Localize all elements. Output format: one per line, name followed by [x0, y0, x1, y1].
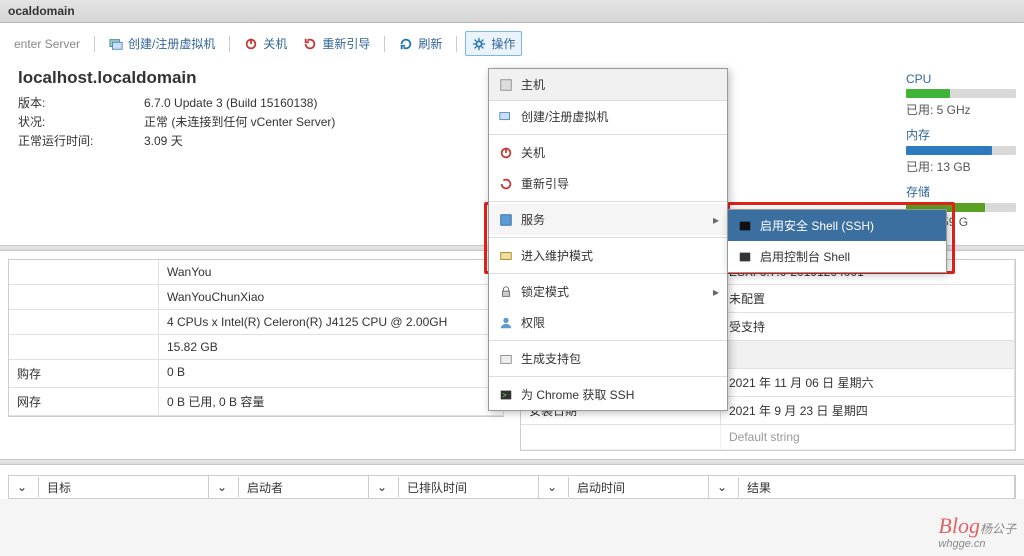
vm-icon	[109, 37, 123, 51]
menu-services[interactable]: 服务▸	[489, 204, 727, 235]
window-title: ocaldomain	[0, 0, 1024, 23]
maintenance-icon	[499, 249, 513, 263]
chevron-right-icon: ▸	[713, 213, 719, 227]
terminal-icon	[738, 250, 752, 264]
col-queued[interactable]: 已排队时间	[399, 476, 539, 499]
shutdown-button[interactable]: 关机	[238, 32, 293, 55]
row-label	[9, 260, 159, 285]
menu-maintenance[interactable]: 进入维护模式	[489, 240, 727, 271]
reboot-icon	[303, 37, 317, 51]
memory-value: 15.82 GB	[159, 335, 504, 360]
cpu-used: 已用: 5 GHz	[906, 101, 1016, 118]
reboot-icon	[499, 177, 513, 191]
storage-a-value: 0 B	[159, 360, 504, 388]
supported-value: 受支持	[721, 313, 1015, 341]
vm-icon	[499, 110, 513, 124]
cpu-bar	[906, 89, 1016, 98]
watermark: Blog杨公子 whgge.cn	[938, 513, 1016, 550]
installdate-value: 2021 年 9 月 23 日 星期四	[721, 397, 1015, 425]
task-grid-header: ⌄ 目标 ⌄ 启动者 ⌄ 已排队时间 ⌄ 启动时间 ⌄ 结果	[8, 475, 1016, 499]
uptime-value: 3.09 天	[144, 132, 183, 151]
power-icon	[244, 37, 258, 51]
vcenter-server-link[interactable]: enter Server	[8, 34, 86, 54]
menu-support-bundle[interactable]: 生成支持包	[489, 343, 727, 374]
lock-icon	[499, 285, 513, 299]
menu-permissions[interactable]: 权限	[489, 307, 727, 338]
store-label: 存储	[906, 183, 1016, 200]
cpu-label: CPU	[906, 72, 1016, 86]
storage-b-value: 0 B 已用, 0 B 容量	[159, 388, 504, 416]
default-value: Default string	[721, 425, 1015, 450]
mem-label: 内存	[906, 126, 1016, 143]
actions-menu: 主机 创建/注册虚拟机 关机 重新引导 服务▸ 进入维护模式 锁定模式▸ 权限 …	[488, 68, 728, 411]
state-value: 正常 (未连接到任何 vCenter Server)	[144, 113, 335, 132]
terminal-icon	[738, 219, 752, 233]
mem-bar	[906, 146, 1016, 155]
services-submenu: 启用安全 Shell (SSH) 启用控制台 Shell	[727, 209, 947, 273]
services-icon	[499, 213, 513, 227]
menu-lockdown[interactable]: 锁定模式▸	[489, 276, 727, 307]
version-value: 6.7.0 Update 3 (Build 15160138)	[144, 94, 317, 113]
create-vm-button[interactable]: 创建/注册虚拟机	[103, 32, 221, 55]
version-label: 版本:	[18, 94, 138, 113]
storage-a-label: 购存	[9, 360, 159, 388]
policy-value: 未配置	[721, 285, 1015, 313]
hosttime-value: 2021 年 11 月 06 日 星期六	[721, 369, 1015, 397]
svg-text:>: >	[503, 392, 507, 399]
menu-enable-console-shell[interactable]: 启用控制台 Shell	[728, 241, 946, 272]
user-icon	[499, 316, 513, 330]
toolbar: enter Server 创建/注册虚拟机 关机 重新引导 刷新 操作	[0, 23, 1024, 64]
menu-shutdown[interactable]: 关机	[489, 137, 727, 168]
manufacturer-value: WanYou	[159, 260, 504, 285]
cpu-info-value: 4 CPUs x Intel(R) Celeron(R) J4125 CPU @…	[159, 310, 504, 335]
refresh-icon	[399, 37, 413, 51]
mem-used: 已用: 13 GB	[906, 158, 1016, 175]
menu-chrome-ssh[interactable]: > 为 Chrome 获取 SSH	[489, 379, 727, 410]
col-starttime[interactable]: 启动时间	[569, 476, 709, 499]
state-label: 状况:	[18, 113, 138, 132]
col-initiator[interactable]: 启动者	[239, 476, 369, 499]
uptime-label: 正常运行时间:	[18, 132, 138, 151]
terminal-icon: >	[499, 388, 513, 402]
menu-create-vm[interactable]: 创建/注册虚拟机	[489, 101, 727, 132]
menu-enable-ssh[interactable]: 启用安全 Shell (SSH)	[728, 210, 946, 241]
bundle-icon	[499, 352, 513, 366]
host-icon	[499, 78, 513, 92]
gear-icon	[472, 37, 486, 51]
host-title: localhost.localdomain	[18, 68, 335, 88]
power-icon	[499, 146, 513, 160]
refresh-button[interactable]: 刷新	[393, 32, 448, 55]
menu-section-host: 主机	[489, 69, 727, 101]
reboot-button[interactable]: 重新引导	[297, 32, 376, 55]
storage-b-label: 网存	[9, 388, 159, 416]
actions-button[interactable]: 操作	[465, 31, 522, 56]
chevron-right-icon: ▸	[713, 285, 719, 299]
col-target[interactable]: 目标	[39, 476, 209, 499]
model-value: WanYouChunXiao	[159, 285, 504, 310]
menu-reboot[interactable]: 重新引导	[489, 168, 727, 199]
col-result[interactable]: 结果	[739, 476, 1015, 499]
expand-all-icon[interactable]: ⌄	[9, 477, 39, 497]
